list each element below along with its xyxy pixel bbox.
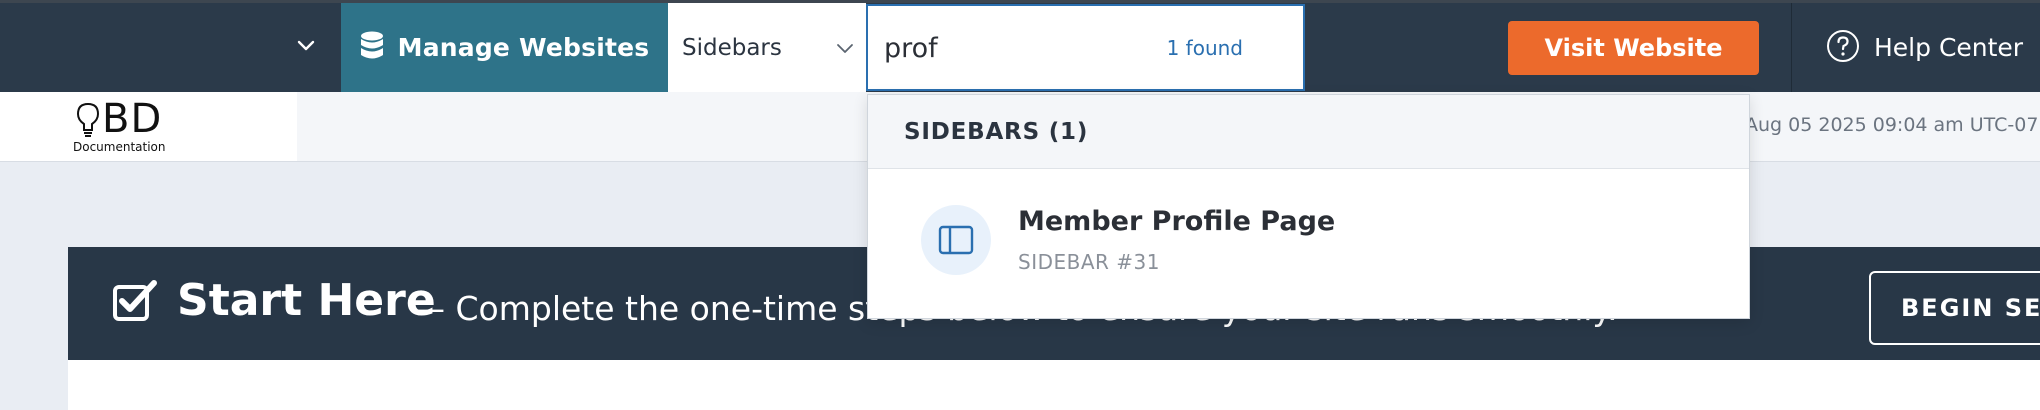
check-square-icon (112, 279, 158, 327)
search-result-item[interactable]: Member Profile Page SIDEBAR #31 (868, 170, 1749, 318)
website-switcher-dropdown[interactable] (0, 3, 341, 92)
chevron-down-icon (296, 38, 316, 57)
begin-setup-button[interactable]: BEGIN SETUP (1869, 271, 2040, 345)
question-circle-icon (1826, 29, 1860, 67)
result-title: Member Profile Page (1018, 206, 1336, 237)
chevron-down-icon (836, 40, 854, 59)
manage-websites-label: Manage Websites (397, 33, 650, 62)
top-navigation-bar: Manage Websites Sidebars 1 found Visit W… (0, 3, 2040, 92)
sidebar-layout-icon (921, 205, 991, 275)
logo-subtext: Documentation (73, 140, 166, 154)
visit-website-button[interactable]: Visit Website (1508, 21, 1759, 75)
search-field[interactable]: 1 found (866, 4, 1305, 91)
setup-card (68, 360, 2040, 410)
logo-text: BD (102, 96, 163, 142)
logo-area: BD Documentation (0, 92, 297, 161)
lightbulb-icon (76, 102, 100, 144)
manage-websites-button[interactable]: Manage Websites (341, 3, 668, 92)
help-center-label: Help Center (1874, 33, 2024, 62)
nav-divider (1791, 3, 1792, 92)
result-subtitle: SIDEBAR #31 (1018, 250, 1160, 274)
search-results-dropdown: SIDEBARS (1) Member Profile Page SIDEBAR… (867, 94, 1750, 319)
server-datetime: Aug 05 2025 09:04 am UTC-07 (1745, 114, 2039, 136)
results-group-header: SIDEBARS (1) (868, 95, 1749, 169)
brand-logo[interactable]: BD Documentation (73, 96, 194, 156)
search-type-value: Sidebars (682, 34, 782, 61)
search-input[interactable] (884, 24, 1134, 72)
help-center-link[interactable]: Help Center (1826, 3, 2023, 92)
banner-title: Start Here (177, 275, 436, 326)
results-group-title: SIDEBARS (1) (904, 119, 1089, 145)
database-icon (360, 31, 384, 65)
search-type-select[interactable]: Sidebars (668, 3, 866, 92)
search-result-count: 1 found (1166, 36, 1243, 60)
